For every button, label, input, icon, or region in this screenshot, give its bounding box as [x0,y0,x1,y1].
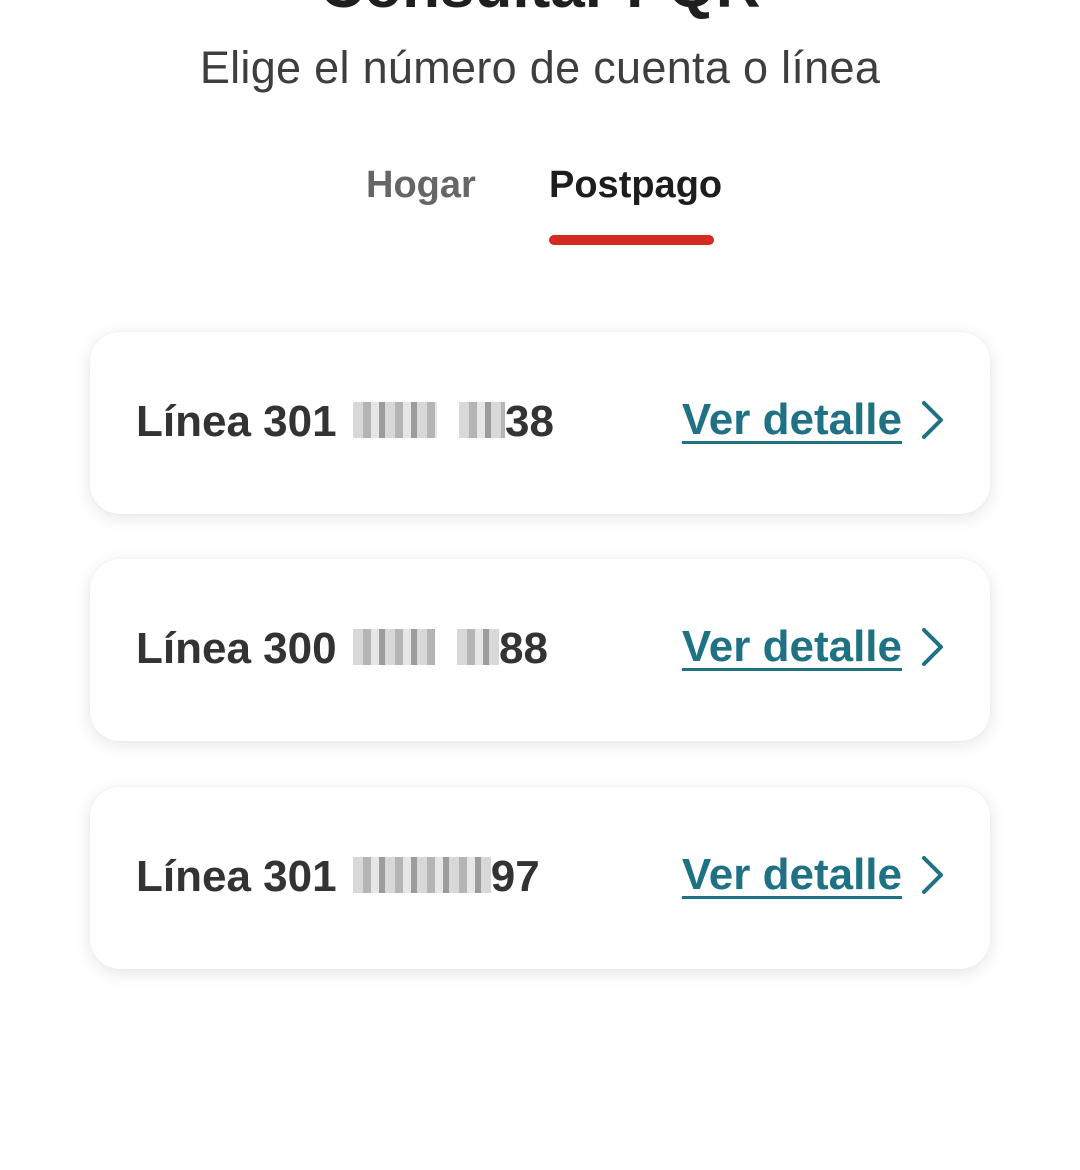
redacted-digits [352,402,437,438]
redacted-digits [352,629,435,665]
ver-detalle-link[interactable]: Ver detalle [682,394,946,446]
line-number: Línea 300 88 [136,623,548,675]
line-number-suffix: 88 [499,624,548,673]
redacted-digits [459,402,506,438]
line-number-prefix: Línea 301 [136,397,337,446]
line-number-prefix: Línea 301 [136,852,337,901]
page-subtitle: Elige el número de cuenta o línea [199,42,881,93]
tab-hogar[interactable]: Hogar [366,160,476,210]
line-number-prefix: Línea 300 [136,624,337,673]
tab-bar: Hogar Postpago [0,160,1080,250]
ver-detalle-label: Ver detalle [681,395,902,444]
chevron-right-icon [922,628,943,666]
active-tab-indicator [549,235,714,245]
tab-postpago[interactable]: Postpago [549,160,722,210]
line-number: Línea 301 97 [136,851,540,903]
line-card: Línea 301 97 Ver detalle [90,787,990,969]
ver-detalle-label: Ver detalle [681,622,902,671]
line-number-suffix: 97 [490,852,540,901]
chevron-right-icon [922,856,943,894]
chevron-right-icon [922,401,943,439]
page-title: Consultar PQR [0,0,1080,18]
redacted-digits [457,629,500,665]
redacted-digits [352,857,491,893]
line-number: Línea 301 38 [136,396,554,448]
ver-detalle-link[interactable]: Ver detalle [682,621,946,673]
line-card: Línea 300 88 Ver detalle [90,559,990,741]
line-card: Línea 301 38 Ver detalle [90,332,990,514]
ver-detalle-label: Ver detalle [681,850,902,899]
ver-detalle-link[interactable]: Ver detalle [682,849,946,901]
line-number-suffix: 38 [505,397,554,446]
